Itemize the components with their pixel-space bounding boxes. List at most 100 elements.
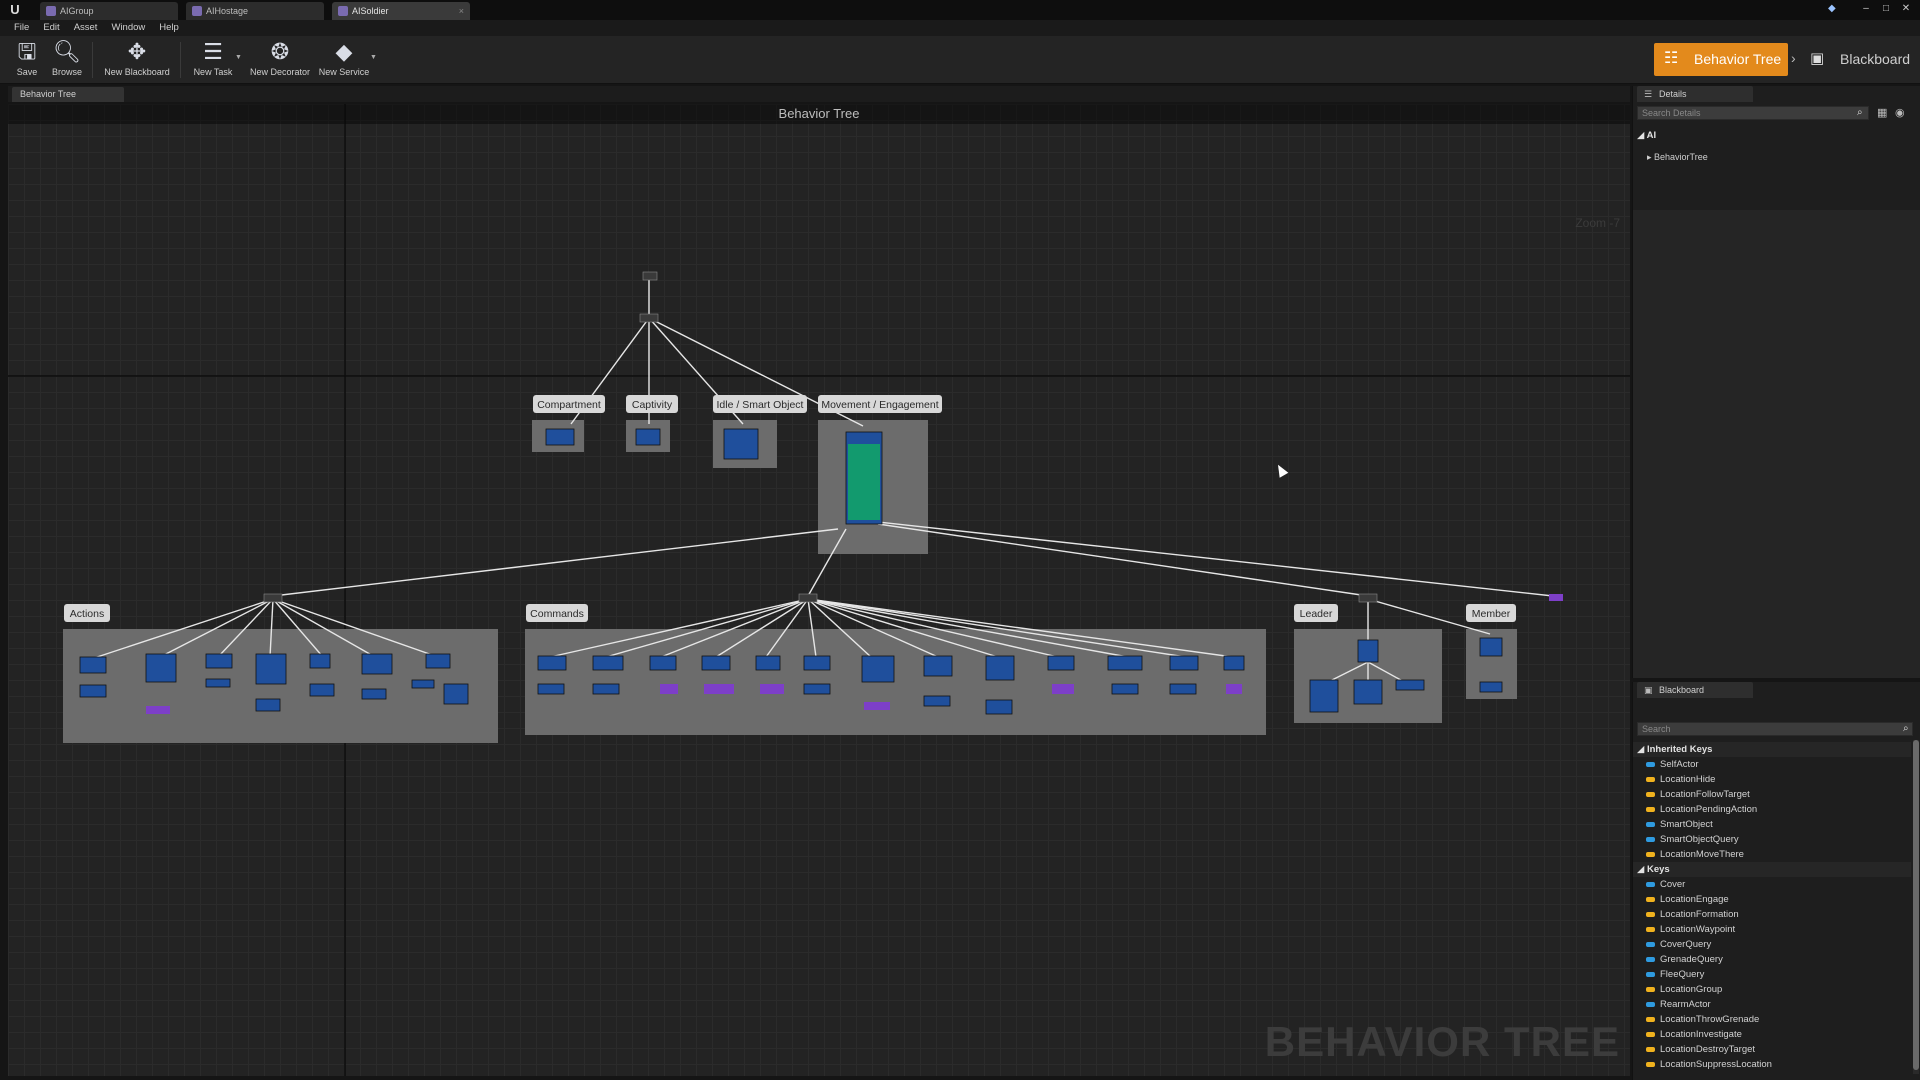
comment-label-member: Member — [1472, 608, 1511, 620]
keys-header[interactable]: ◢ Keys — [1633, 862, 1911, 877]
key-name: LocationGroup — [1660, 984, 1723, 995]
blackboard-key-row[interactable]: LocationFollowTarget — [1633, 787, 1911, 802]
blackboard-key-row[interactable]: FleeQuery — [1633, 967, 1911, 982]
property-matrix-icon[interactable]: ▦ — [1877, 107, 1891, 119]
comment-bubbles[interactable]: Compartment Captivity Idle / Smart Objec… — [64, 395, 1516, 622]
blackboard-key-row[interactable]: LocationThrowGrenade — [1633, 1012, 1911, 1027]
key-type-icon — [1646, 822, 1655, 827]
blackboard-key-row[interactable]: LocationWaypoint — [1633, 922, 1911, 937]
document-tab-aisoldier[interactable]: AISoldier × — [332, 2, 470, 20]
blackboard-scrollbar[interactable] — [1913, 740, 1919, 1074]
blackboard-key-row[interactable]: LocationMoveThere — [1633, 847, 1911, 862]
key-type-icon — [1646, 777, 1655, 782]
comment-box-commands[interactable] — [525, 629, 1266, 735]
key-type-icon — [1646, 897, 1655, 902]
blackboard-key-row[interactable]: LocationFormation — [1633, 907, 1911, 922]
document-tab-aihostage[interactable]: AIHostage — [186, 2, 324, 20]
blackboard-key-row[interactable]: LocationSuppressLocation — [1633, 1057, 1911, 1072]
blackboard-key-row[interactable]: LocationPendingAction — [1633, 802, 1911, 817]
new-task-button[interactable]: ☰ New Task — [190, 38, 236, 82]
behavior-tree-asset-icon — [46, 6, 56, 16]
key-name: LocationMoveThere — [1660, 849, 1744, 860]
close-icon[interactable]: × — [459, 2, 464, 20]
key-name: LocationPendingAction — [1660, 804, 1758, 815]
mode-behavior-tree-button[interactable]: ☷ Behavior Tree — [1654, 43, 1788, 76]
blackboard-key-row[interactable]: SmartObject — [1633, 817, 1911, 832]
comment-label-leader: Leader — [1300, 608, 1333, 620]
blackboard-key-row[interactable]: LocationEngage — [1633, 892, 1911, 907]
key-name: LocationSuppressLocation — [1660, 1059, 1772, 1070]
new-decorator-button[interactable]: ❂ New Decorator — [248, 38, 312, 82]
comment-label-captivity: Captivity — [632, 399, 673, 411]
behavior-tree-asset-icon — [338, 6, 348, 16]
blackboard-key-row[interactable]: LocationGroup — [1633, 982, 1911, 997]
key-name: LocationEngage — [1660, 894, 1729, 905]
menu-file[interactable]: File — [14, 20, 29, 36]
save-button[interactable]: 🖫 Save — [10, 38, 44, 82]
minimize-button[interactable]: – — [1858, 2, 1874, 16]
new-service-dropdown-icon[interactable]: ▼ — [370, 54, 377, 61]
new-blackboard-button[interactable]: ✥ New Blackboard — [102, 38, 172, 82]
eye-icon[interactable]: ◉ — [1895, 107, 1909, 119]
comment-label-compartment: Compartment — [537, 399, 601, 411]
blackboard-key-row[interactable]: LocationHide — [1633, 772, 1911, 787]
blackboard-key-row[interactable]: RearmActor — [1633, 997, 1911, 1012]
blackboard-search-input[interactable]: Search — [1637, 722, 1913, 736]
key-type-icon — [1646, 957, 1655, 962]
scrollbar-thumb[interactable] — [1913, 740, 1919, 1070]
blackboard-key-row[interactable]: Cover — [1633, 877, 1911, 892]
title-bar: U AIGroup AIHostage AISoldier × ◆ – □ ✕ — [0, 0, 1920, 20]
menu-edit[interactable]: Edit — [43, 20, 59, 36]
details-panel: ☰ Details Search Details ⌕ ▦ ◉ ◢ AI ▸ Be… — [1632, 86, 1920, 678]
blackboard-key-row[interactable]: LocationDestroyTarget — [1633, 1042, 1911, 1057]
toolbar: 🖫 Save 🔍︎ Browse ✥ New Blackboard ☰ New … — [0, 36, 1920, 84]
tab-blackboard[interactable]: ▣ Blackboard — [1637, 682, 1753, 698]
property-behavior-tree[interactable]: ▸ BehaviorTree — [1647, 152, 1708, 163]
search-icon: ⌕ — [1857, 107, 1863, 118]
tab-behavior-tree[interactable]: Behavior Tree — [12, 87, 124, 102]
key-type-icon — [1646, 987, 1655, 992]
blackboard-key-row[interactable]: LocationInvestigate — [1633, 1027, 1911, 1042]
tab-details[interactable]: ☰ Details — [1637, 86, 1753, 102]
new-service-button[interactable]: ◆ New Service — [316, 38, 372, 82]
key-type-icon — [1646, 882, 1655, 887]
toolbar-separator — [92, 42, 93, 78]
blackboard-key-row[interactable]: GrenadeQuery — [1633, 952, 1911, 967]
graph-svg: Compartment Captivity Idle / Smart Objec… — [8, 104, 1630, 1076]
key-name: SmartObject — [1660, 819, 1713, 830]
unreal-logo-icon[interactable]: U — [6, 2, 24, 18]
graph-watermark: BEHAVIOR TREE — [1264, 1018, 1620, 1065]
category-ai[interactable]: ◢ AI — [1637, 130, 1656, 141]
maximize-button[interactable]: □ — [1878, 2, 1894, 16]
blackboard-key-row[interactable]: SmartObjectQuery — [1633, 832, 1911, 847]
mode-blackboard-button[interactable]: ▣ Blackboard — [1806, 43, 1916, 76]
menu-asset[interactable]: Asset — [74, 20, 98, 36]
document-tab-label: AIGroup — [60, 6, 94, 16]
details-search-input[interactable]: Search Details — [1637, 106, 1869, 120]
key-type-icon — [1646, 927, 1655, 932]
behavior-tree-mode-icon: ☷ — [1664, 50, 1679, 67]
key-type-icon — [1646, 972, 1655, 977]
inherited-keys-header[interactable]: ◢ Inherited Keys — [1633, 742, 1911, 757]
browse-button[interactable]: 🔍︎ Browse — [48, 38, 86, 82]
window-controls: – □ ✕ — [1858, 2, 1914, 16]
blackboard-key-row[interactable]: CoverQuery — [1633, 937, 1911, 952]
key-name: Cover — [1660, 879, 1686, 890]
close-window-button[interactable]: ✕ — [1898, 2, 1914, 16]
document-tab-aigroup[interactable]: AIGroup — [40, 2, 178, 20]
blackboard-key-row[interactable]: SelfActor — [1633, 757, 1911, 772]
source-control-icon[interactable]: ◆ — [1828, 3, 1842, 15]
menu-help[interactable]: Help — [159, 20, 179, 36]
zoom-level: Zoom -7 — [1575, 216, 1620, 230]
comment-label-commands: Commands — [530, 608, 584, 620]
behavior-tree-editor: U AIGroup AIHostage AISoldier × ◆ – □ ✕ … — [0, 0, 1920, 1080]
graph-canvas[interactable]: Compartment Captivity Idle / Smart Objec… — [8, 104, 1630, 1076]
search-icon: ⌕ — [1903, 723, 1909, 734]
menu-window[interactable]: Window — [111, 20, 145, 36]
inherited-keys-list: SelfActor LocationHide LocationFollowTarge… — [1633, 757, 1911, 862]
key-name: RearmActor — [1660, 999, 1711, 1010]
key-name: LocationFollowTarget — [1660, 789, 1750, 800]
menu-bar: File Edit Asset Window Help — [0, 20, 1920, 36]
key-type-icon — [1646, 1017, 1655, 1022]
new-task-dropdown-icon[interactable]: ▼ — [235, 54, 242, 61]
